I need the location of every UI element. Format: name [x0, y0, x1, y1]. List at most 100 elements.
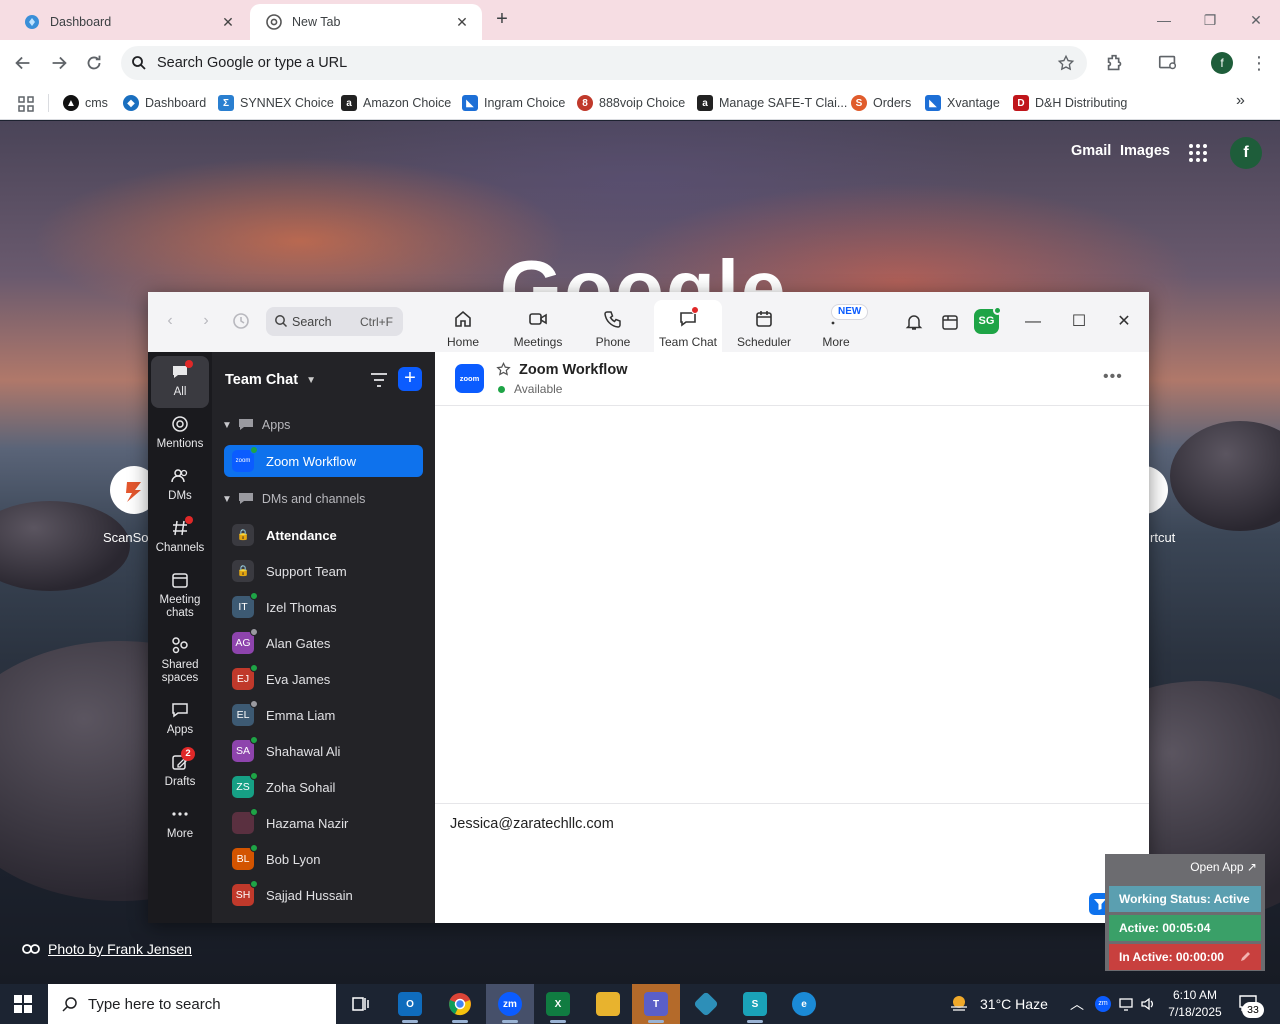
- filter-icon[interactable]: [370, 372, 388, 388]
- tab-meetings[interactable]: Meetings: [508, 300, 568, 352]
- bookmark-cms[interactable]: ▲ cms: [63, 92, 108, 114]
- new-tab-plus-icon[interactable]: +: [492, 9, 512, 30]
- tab-dashboard[interactable]: Dashboard ✕: [8, 4, 248, 40]
- images-link[interactable]: Images: [1120, 143, 1170, 159]
- contact-list-item[interactable]: BL Bob Lyon: [224, 843, 423, 875]
- rail-more[interactable]: More: [151, 804, 209, 841]
- kebab-menu-icon[interactable]: ⋮: [1248, 52, 1270, 74]
- team-chat-dropdown[interactable]: Team Chat ▼: [225, 372, 316, 388]
- minimize-icon[interactable]: —: [1154, 10, 1174, 30]
- close-tab-icon[interactable]: ✕: [220, 14, 236, 30]
- rail-channels[interactable]: Channels: [151, 518, 209, 555]
- rail-shared-spaces[interactable]: Shared spaces: [151, 635, 209, 685]
- bookmark-dh[interactable]: D D&H Distributing: [1013, 92, 1127, 114]
- message-composer-input[interactable]: [450, 812, 1100, 836]
- zoom-maximize-icon[interactable]: ☐: [1069, 312, 1089, 332]
- reload-icon[interactable]: [83, 52, 105, 74]
- profile-avatar[interactable]: f: [1211, 52, 1233, 74]
- taskbar-search[interactable]: [48, 984, 336, 1024]
- contact-list-item[interactable]: SA Shahawal Ali: [224, 735, 423, 767]
- bookmark-star-icon[interactable]: [1057, 54, 1075, 72]
- whiteboard-icon[interactable]: [940, 312, 960, 332]
- more-options-icon[interactable]: •••: [1103, 368, 1123, 386]
- taskbar-app-s[interactable]: S: [731, 984, 779, 1024]
- section-dms-toggle[interactable]: ▼ DMs and channels: [222, 492, 365, 506]
- close-window-icon[interactable]: ✕: [1246, 10, 1266, 30]
- extensions-puzzle-icon[interactable]: [1104, 52, 1126, 74]
- speaker-icon[interactable]: [1140, 996, 1156, 1012]
- contact-list-item[interactable]: Hazama Nazir: [224, 807, 423, 839]
- list-item-zoom-workflow[interactable]: zoom Zoom Workflow: [224, 445, 423, 477]
- star-icon[interactable]: [496, 362, 511, 377]
- bell-icon[interactable]: [904, 312, 924, 332]
- system-clock[interactable]: 6:10 AM 7/18/2025: [1160, 987, 1230, 1021]
- gmail-link[interactable]: Gmail: [1071, 143, 1111, 159]
- close-tab-icon[interactable]: ✕: [454, 14, 470, 30]
- contact-list-item[interactable]: EL Emma Liam: [224, 699, 423, 731]
- back-arrow-icon[interactable]: [12, 52, 34, 74]
- google-apps-icon[interactable]: [1188, 143, 1208, 163]
- contact-list-item[interactable]: EJ Eva James: [224, 663, 423, 695]
- bookmark-888voip[interactable]: 8 888voip Choice: [577, 92, 685, 114]
- contact-list-item[interactable]: AG Alan Gates: [224, 627, 423, 659]
- pencil-icon[interactable]: [1239, 949, 1253, 963]
- cast-media-icon[interactable]: [1157, 52, 1179, 74]
- zoom-minimize-icon[interactable]: —: [1023, 312, 1043, 332]
- open-app-link[interactable]: Open App ↗: [1190, 860, 1257, 874]
- taskbar-search-input[interactable]: [88, 984, 328, 1024]
- rail-meeting-chats[interactable]: Meeting chats: [151, 570, 209, 620]
- weather-text[interactable]: 31°C Haze: [980, 996, 1048, 1012]
- windows-start-icon[interactable]: [14, 995, 32, 1013]
- taskbar-file-explorer[interactable]: [584, 984, 632, 1024]
- taskbar-app-diamond[interactable]: [682, 984, 730, 1024]
- taskbar-chrome[interactable]: [436, 984, 484, 1024]
- tab-team-chat[interactable]: Team Chat: [654, 300, 722, 352]
- task-view-button[interactable]: [336, 984, 384, 1024]
- zoom-search-input[interactable]: [292, 307, 356, 336]
- taskbar-teams[interactable]: T: [632, 984, 680, 1024]
- zoom-close-icon[interactable]: ✕: [1114, 312, 1134, 332]
- bookmark-safe-t[interactable]: a Manage SAFE-T Clai...: [697, 92, 847, 114]
- network-icon[interactable]: [1118, 996, 1134, 1012]
- omnibox-input[interactable]: [157, 46, 1037, 80]
- new-chat-plus-button[interactable]: +: [398, 367, 422, 391]
- taskbar-zoom[interactable]: zm: [486, 984, 534, 1024]
- bookmark-dashboard[interactable]: ◆ Dashboard: [123, 92, 206, 114]
- show-hidden-icons-chevron-icon[interactable]: ︿: [1070, 994, 1084, 1014]
- contact-list-item[interactable]: SH Sajjad Hussain: [224, 879, 423, 911]
- list-item-channel[interactable]: 🔒 Support Team: [224, 555, 423, 587]
- contact-list-item[interactable]: ZS Zoha Sohail: [224, 771, 423, 803]
- bookmark-synnex[interactable]: Σ SYNNEX Choice: [218, 92, 334, 114]
- restore-icon[interactable]: ❐: [1200, 10, 1220, 30]
- more-bookmarks-chevron-icon[interactable]: »: [1236, 92, 1245, 110]
- zoom-back-icon[interactable]: ‹: [161, 312, 179, 330]
- tab-phone[interactable]: Phone: [588, 300, 638, 352]
- omnibox[interactable]: [121, 46, 1087, 80]
- rail-mentions[interactable]: Mentions: [151, 414, 209, 451]
- photo-credit-link[interactable]: Photo by Frank Jensen: [22, 941, 192, 957]
- apps-grid-icon[interactable]: [18, 96, 34, 112]
- rail-apps[interactable]: Apps: [151, 700, 209, 737]
- bookmark-orders[interactable]: S Orders: [851, 92, 911, 114]
- taskbar-excel[interactable]: X: [534, 984, 582, 1024]
- bookmark-ingram[interactable]: ◣ Ingram Choice: [462, 92, 565, 114]
- history-icon[interactable]: [232, 312, 250, 330]
- tab-home[interactable]: Home: [438, 300, 488, 352]
- contact-list-item[interactable]: IT Izel Thomas: [224, 591, 423, 623]
- taskbar-edge[interactable]: e: [780, 984, 828, 1024]
- forward-arrow-icon[interactable]: [48, 52, 70, 74]
- tab-new-tab[interactable]: New Tab ✕: [250, 4, 482, 40]
- rail-dms[interactable]: DMs: [151, 466, 209, 503]
- section-apps-toggle[interactable]: ▼ Apps: [222, 418, 290, 432]
- account-avatar[interactable]: f: [1230, 137, 1262, 169]
- zoom-user-avatar[interactable]: SG: [974, 306, 1002, 334]
- taskbar-outlook[interactable]: O: [386, 984, 434, 1024]
- tab-scheduler[interactable]: Scheduler: [736, 300, 792, 352]
- bookmark-amazon[interactable]: a Amazon Choice: [341, 92, 451, 114]
- zoom-forward-icon[interactable]: ›: [197, 312, 215, 330]
- zoom-search[interactable]: Ctrl+F: [266, 307, 403, 336]
- rail-all[interactable]: All: [151, 356, 209, 408]
- zoom-tray-icon[interactable]: zm: [1095, 996, 1111, 1012]
- list-item-channel[interactable]: 🔒 Attendance: [224, 519, 423, 551]
- rail-drafts[interactable]: Drafts: [151, 752, 209, 789]
